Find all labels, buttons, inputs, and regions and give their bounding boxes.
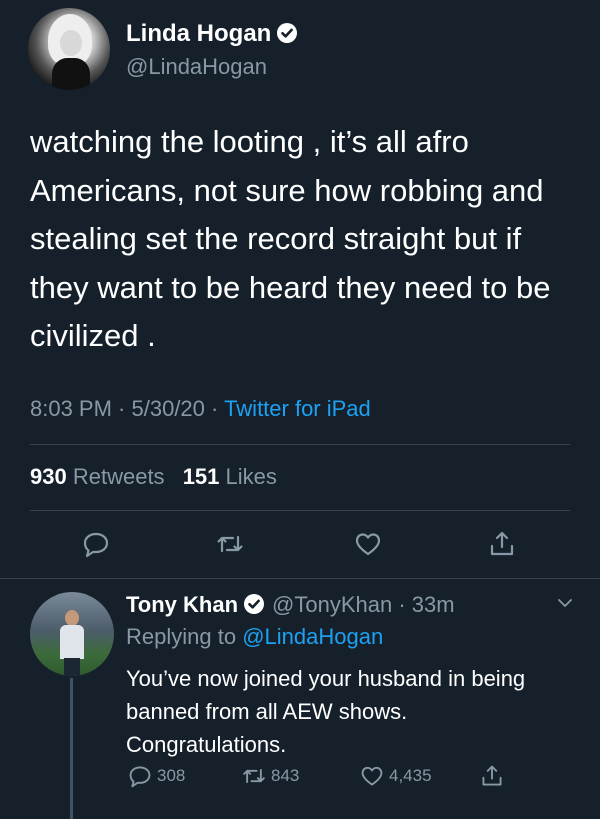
- author-name-row[interactable]: Linda Hogan: [126, 20, 298, 48]
- share-button[interactable]: [488, 530, 516, 563]
- replying-to: Replying to @LindaHogan: [126, 624, 383, 650]
- author-avatar[interactable]: [28, 8, 110, 90]
- author-handle[interactable]: @LindaHogan: [126, 54, 267, 80]
- reply-retweet-count: 843: [271, 766, 300, 785]
- like-icon: [361, 766, 383, 786]
- retweets-count: 930: [30, 464, 67, 489]
- thread-line: [70, 678, 73, 819]
- tweet-date: 5/30/20: [131, 396, 205, 421]
- like-button[interactable]: [354, 530, 382, 563]
- reply-age[interactable]: 33m: [412, 592, 455, 617]
- share-icon: [482, 765, 502, 786]
- like-icon: [355, 533, 381, 556]
- reply-button[interactable]: [82, 530, 110, 563]
- retweets-label: Retweets: [72, 464, 165, 489]
- likes-label: Likes: [225, 464, 277, 489]
- tweet-text: watching the looting , it’s all afro Ame…: [30, 124, 551, 353]
- reply-icon: [129, 766, 151, 788]
- tweet-meta: 8:03 PM · 5/30/20 · Twitter for iPad: [30, 396, 371, 421]
- reply-retweet-button[interactable]: 843: [242, 764, 299, 788]
- replying-to-mention[interactable]: @LindaHogan: [242, 624, 383, 649]
- retweet-icon: [217, 535, 243, 553]
- share-icon: [490, 531, 514, 556]
- verified-badge-icon: [277, 23, 298, 43]
- reply-count: 308: [157, 766, 186, 785]
- thread-divider: [0, 578, 600, 579]
- reply-header: Tony Khan @TonyKhan · 33m: [126, 592, 455, 617]
- tweet-source[interactable]: Twitter for iPad: [224, 396, 371, 421]
- tweet-menu-button[interactable]: [556, 594, 574, 617]
- replying-to-label: Replying to: [126, 624, 237, 649]
- reply-share-button[interactable]: [480, 764, 504, 788]
- retweet-icon: [243, 769, 265, 783]
- reply-author-handle[interactable]: @TonyKhan: [272, 592, 392, 617]
- divider: [30, 444, 570, 445]
- retweet-button[interactable]: [216, 530, 244, 563]
- reply-text: You’ve now joined your husband in being …: [126, 666, 526, 757]
- tweet-time: 8:03 PM: [30, 396, 112, 421]
- reply-like-button[interactable]: 4,435: [360, 764, 432, 788]
- tweet-stats: 930 Retweets 151 Likes: [30, 464, 277, 490]
- chevron-down-icon: [558, 599, 572, 607]
- retweets-stat[interactable]: 930 Retweets: [30, 464, 165, 489]
- likes-stat[interactable]: 151 Likes: [183, 464, 277, 489]
- likes-count: 151: [182, 464, 220, 489]
- author-name[interactable]: Linda Hogan: [126, 20, 271, 47]
- verified-badge-icon: [244, 594, 265, 614]
- reply-icon: [83, 532, 109, 558]
- reply-author-name[interactable]: Tony Khan: [126, 592, 238, 617]
- reply-like-count: 4,435: [389, 766, 432, 785]
- reply-reply-button[interactable]: 308: [128, 764, 185, 788]
- reply-author-avatar[interactable]: [30, 592, 114, 676]
- divider: [30, 510, 570, 511]
